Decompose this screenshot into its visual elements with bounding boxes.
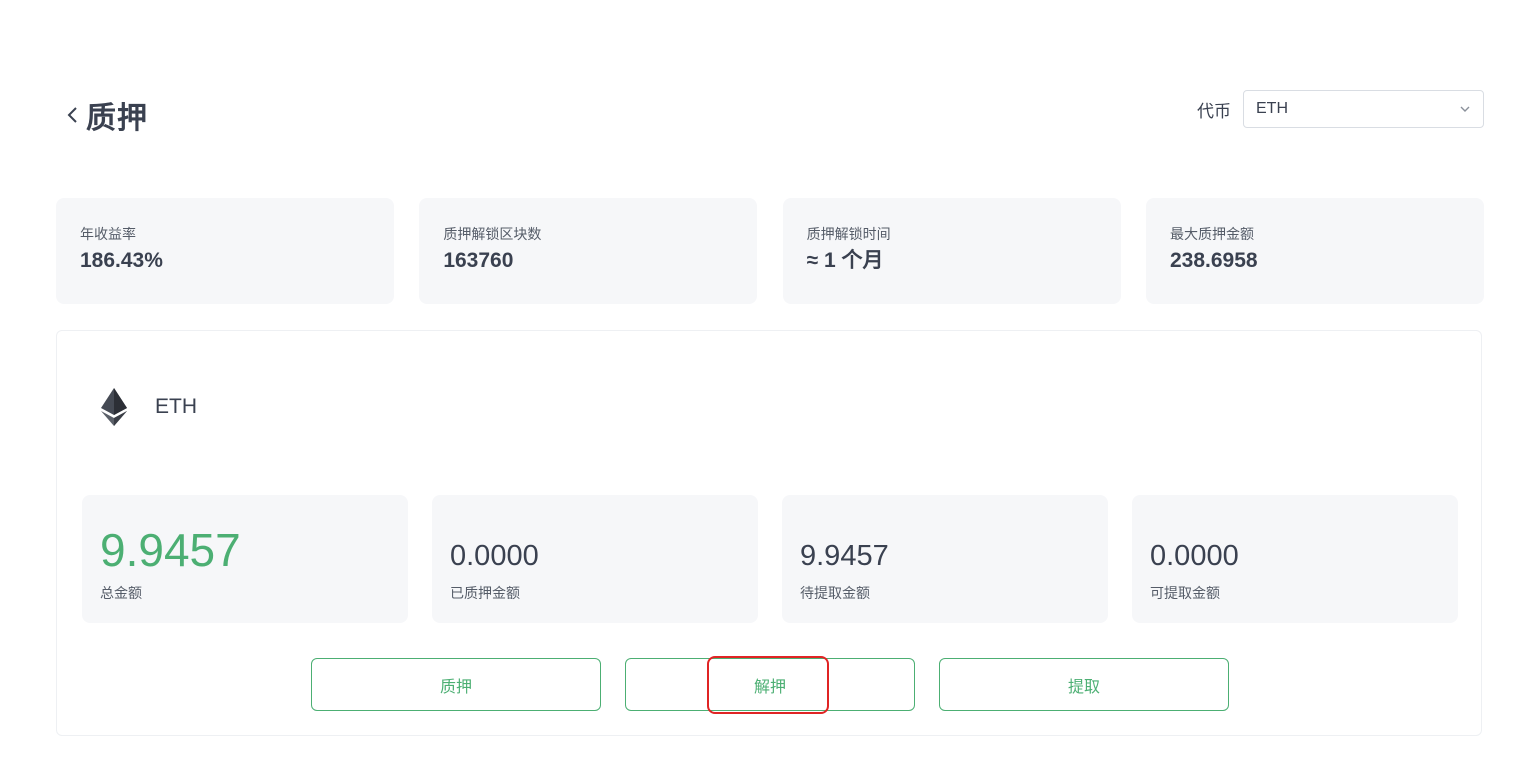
stat-value: 163760 xyxy=(443,249,514,272)
token-selector-group: 代币 ETH xyxy=(1197,90,1484,128)
stat-card-unlock-blocks: 质押解锁区块数 163760 xyxy=(419,198,758,304)
chevron-down-icon xyxy=(1460,106,1470,112)
page-header: 质押 xyxy=(62,92,148,138)
amount-value: 9.9457 xyxy=(800,540,889,572)
stats-row: 年收益率 186.43% 质押解锁区块数 163760 质押解锁时间 ≈ 1 个… xyxy=(56,198,1484,304)
stat-label: 年收益率 xyxy=(80,226,136,242)
stat-card-apy: 年收益率 186.43% xyxy=(56,198,394,304)
amount-card-total: 9.9457 总金额 xyxy=(82,495,408,623)
ethereum-icon xyxy=(101,388,127,426)
stat-value: ≈ 1 个月 xyxy=(806,249,884,272)
unstake-button-wrap: 解押 xyxy=(625,656,939,714)
page-title: 质押 xyxy=(86,102,148,135)
staking-panel: ETH 9.9457 总金额 0.0000 已质押金额 9.9457 待提取金额… xyxy=(56,330,1482,736)
chevron-left-icon xyxy=(67,107,77,123)
stat-value: 186.43% xyxy=(80,249,163,272)
unstake-button[interactable]: 解押 xyxy=(625,658,915,711)
amount-card-pending-withdraw: 9.9457 待提取金额 xyxy=(782,495,1108,623)
stat-card-max-stake: 最大质押金额 238.6958 xyxy=(1145,198,1484,304)
amount-label: 总金额 xyxy=(100,585,142,601)
action-buttons: 质押 解押 提取 xyxy=(311,656,1229,714)
stat-label: 质押解锁时间 xyxy=(806,226,891,242)
amount-label: 可提取金额 xyxy=(1150,585,1220,601)
amount-label: 待提取金额 xyxy=(800,585,870,601)
back-button[interactable] xyxy=(62,101,82,129)
coin-name: ETH xyxy=(155,395,197,418)
stat-card-unlock-time: 质押解锁时间 ≈ 1 个月 xyxy=(782,198,1121,304)
withdraw-button[interactable]: 提取 xyxy=(939,658,1229,711)
stat-value: 238.6958 xyxy=(1169,249,1258,272)
amount-value: 0.0000 xyxy=(1150,540,1239,572)
stat-label: 质押解锁区块数 xyxy=(443,226,542,242)
amount-value: 0.0000 xyxy=(450,540,539,572)
token-select[interactable]: ETH xyxy=(1243,90,1484,128)
token-label: 代币 xyxy=(1197,101,1231,121)
coin-header: ETH xyxy=(99,387,197,427)
amount-card-staked: 0.0000 已质押金额 xyxy=(432,495,758,623)
amounts-row: 9.9457 总金额 0.0000 已质押金额 9.9457 待提取金额 0.0… xyxy=(82,495,1458,623)
stat-label: 最大质押金额 xyxy=(1169,226,1254,242)
amount-label: 已质押金额 xyxy=(450,585,520,601)
amount-card-withdrawable: 0.0000 可提取金额 xyxy=(1132,495,1458,623)
amount-value: 9.9457 xyxy=(100,524,241,576)
token-select-value: ETH xyxy=(1256,100,1288,117)
stake-button[interactable]: 质押 xyxy=(311,658,601,711)
